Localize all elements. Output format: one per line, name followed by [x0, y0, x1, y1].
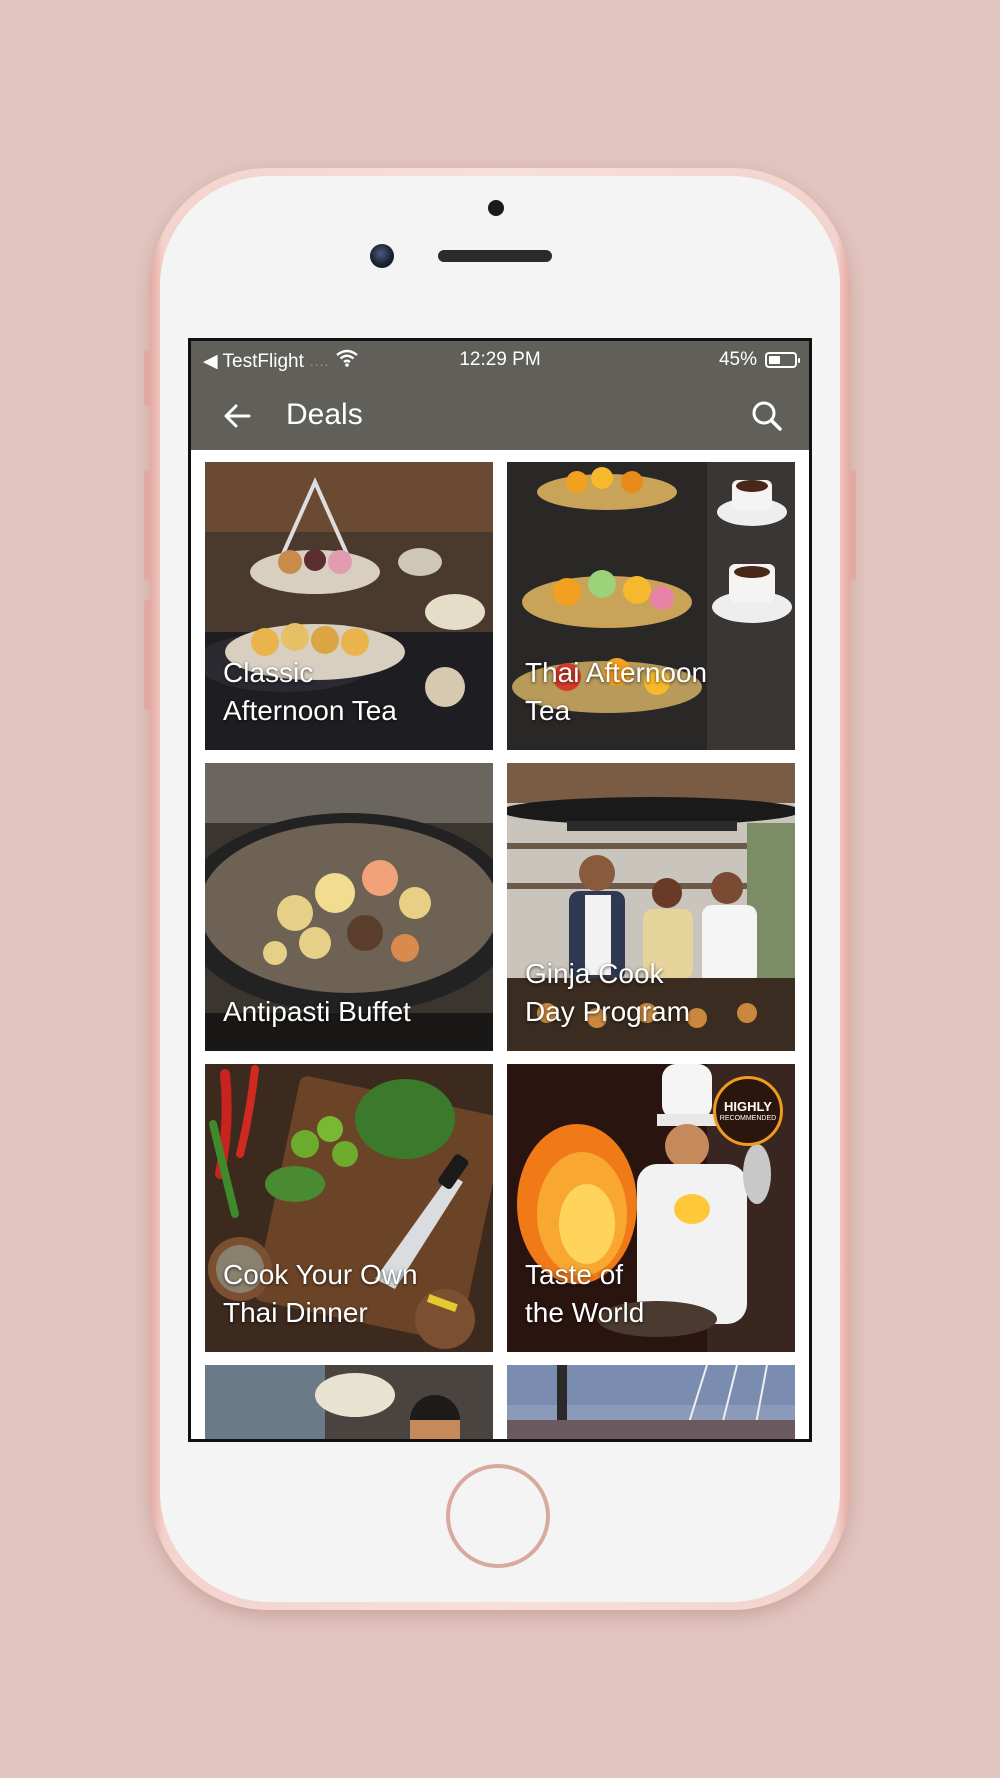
deal-card-cook-your-own-thai-dinner[interactable]: Cook Your Own Thai Dinner	[205, 1064, 493, 1352]
mute-switch	[144, 350, 150, 406]
volume-up-button	[144, 470, 150, 580]
deal-title-line1: Classic	[223, 657, 314, 688]
back-button[interactable]	[219, 398, 255, 434]
search-icon	[752, 401, 782, 431]
search-button[interactable]	[747, 396, 787, 436]
toolbar: Deals	[191, 386, 809, 446]
power-button	[850, 470, 856, 580]
deal-title-line1: Taste of	[525, 1259, 624, 1290]
volume-down-button	[144, 600, 150, 710]
deal-title-line2: the World	[525, 1297, 645, 1328]
status-bar: ◀ TestFlight .... 12:29 PM 45%	[191, 341, 809, 381]
app-bar: ◀ TestFlight .... 12:29 PM 45% Deals	[191, 341, 809, 450]
deal-title-line1: Cook Your Own	[223, 1259, 418, 1290]
earpiece-speaker	[438, 250, 552, 262]
deal-card-taste-of-the-world[interactable]: HIGHLY RECOMMENDED Taste of the World	[507, 1064, 795, 1352]
home-button[interactable]	[446, 1464, 550, 1568]
deal-title-line2: Thai Dinner	[223, 1297, 368, 1328]
badge-line2: RECOMMENDED	[719, 1115, 777, 1122]
deals-grid: Classic Afternoon Tea Thai Afternoon Tea…	[191, 450, 809, 1439]
deal-card-partial-right[interactable]	[507, 1365, 795, 1439]
deal-title-line1: Thai Afternoon	[525, 657, 708, 688]
front-camera	[370, 244, 394, 268]
page-title: Deals	[286, 398, 363, 431]
app-screen: ◀ TestFlight .... 12:29 PM 45% Deals Cla…	[188, 338, 812, 1442]
deal-card-antipasti-buffet[interactable]: Antipasti Buffet	[205, 763, 493, 1051]
deal-title-line1: Ginja Cook	[525, 958, 664, 989]
deal-title-line2: Afternoon Tea	[223, 695, 397, 726]
partial-deal-photo	[205, 1365, 493, 1439]
highly-recommended-badge: HIGHLY RECOMMENDED	[713, 1076, 783, 1146]
deal-title-line2: Day Program	[525, 996, 690, 1027]
arrow-left-icon	[224, 404, 251, 428]
proximity-sensor	[488, 200, 504, 216]
battery-fill	[769, 356, 780, 364]
battery-percent: 45%	[718, 349, 757, 370]
badge-line1: HIGHLY	[724, 1099, 772, 1114]
deal-card-thai-afternoon-tea[interactable]: Thai Afternoon Tea	[507, 462, 795, 750]
deal-card-ginja-cook[interactable]: Ginja Cook Day Program	[507, 763, 795, 1051]
partial-deal-photo	[507, 1365, 795, 1439]
status-time: 12:29 PM	[459, 349, 541, 370]
deal-card-partial-left[interactable]	[205, 1365, 493, 1439]
battery-icon	[765, 352, 800, 368]
deal-card-classic-afternoon-tea[interactable]: Classic Afternoon Tea	[205, 462, 493, 750]
deal-title-line1: Antipasti Buffet	[223, 996, 411, 1027]
deal-title-line2: Tea	[525, 695, 571, 726]
